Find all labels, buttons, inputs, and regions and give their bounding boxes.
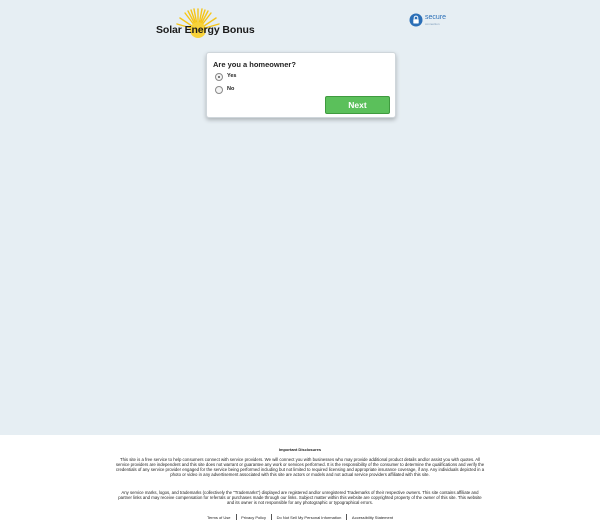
secure-label: secure: [425, 14, 447, 21]
disclosure-paragraph-1: This site is a free service to help cons…: [115, 457, 485, 478]
next-button[interactable]: Next: [325, 96, 390, 114]
site-header: Solar Energy Bonus secure connection: [0, 0, 600, 50]
privacy-link[interactable]: Privacy Policy: [236, 515, 271, 520]
disclosure-paragraph-2: Any service marks, logos, and trademarks…: [118, 490, 482, 506]
lock-icon: [409, 13, 423, 27]
logo-text: Solar Energy Bonus: [156, 24, 255, 36]
option-no-label: No: [227, 86, 235, 92]
footer-links: Terms of Use Privacy Policy Do Not Sell …: [0, 514, 600, 520]
site-logo[interactable]: Solar Energy Bonus: [156, 8, 256, 44]
radio-no[interactable]: [215, 86, 223, 94]
question-title: Are you a homeowner?: [213, 60, 296, 69]
footer: Important Disclosures This site is a fre…: [0, 435, 600, 532]
secure-badge: secure connection: [409, 13, 449, 29]
disclosures-title: Important Disclosures: [278, 447, 322, 452]
secure-sublabel: connection: [425, 22, 440, 26]
question-card: Are you a homeowner? Yes No Next: [206, 52, 396, 118]
radio-yes[interactable]: [215, 73, 223, 81]
accessibility-link[interactable]: Accessibility Statement: [347, 515, 398, 520]
do-not-sell-link[interactable]: Do Not Sell My Personal Information: [272, 515, 347, 520]
option-yes-label: Yes: [227, 73, 237, 79]
radio-selected-dot: [218, 76, 220, 78]
terms-link[interactable]: Terms of Use: [202, 515, 236, 520]
